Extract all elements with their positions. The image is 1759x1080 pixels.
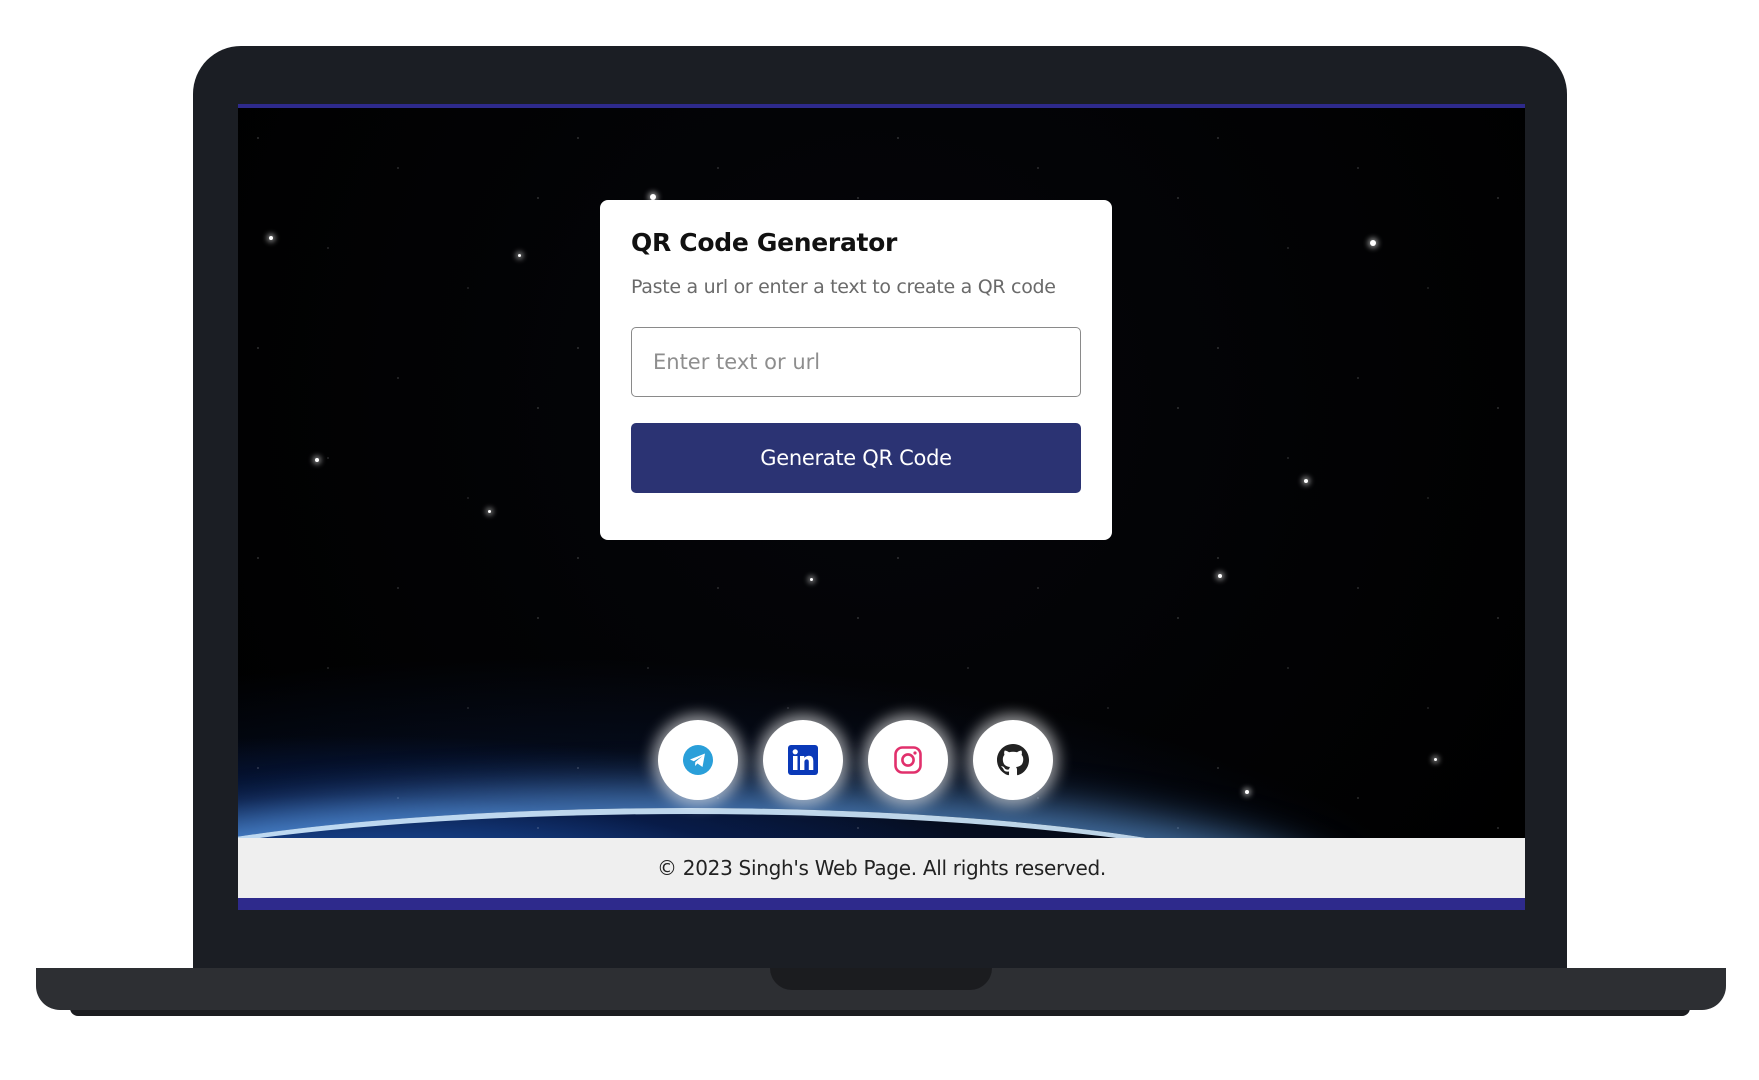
laptop-screen: QR Code Generator Paste a url or enter a… bbox=[238, 104, 1525, 910]
social-links bbox=[658, 720, 1053, 800]
star bbox=[518, 254, 521, 257]
star bbox=[1218, 574, 1222, 578]
github-icon bbox=[997, 744, 1029, 776]
star bbox=[1245, 790, 1249, 794]
star bbox=[269, 236, 273, 240]
text-url-input[interactable] bbox=[631, 327, 1081, 397]
qr-generator-card: QR Code Generator Paste a url or enter a… bbox=[600, 200, 1112, 540]
generate-qr-button[interactable]: Generate QR Code bbox=[631, 423, 1081, 493]
card-title: QR Code Generator bbox=[631, 228, 898, 257]
github-link[interactable] bbox=[973, 720, 1053, 800]
copyright-text: © 2023 Singh's Web Page. All rights rese… bbox=[657, 856, 1106, 880]
laptop-notch bbox=[770, 968, 992, 990]
star bbox=[1304, 479, 1308, 483]
star bbox=[810, 578, 813, 581]
linkedin-link[interactable] bbox=[763, 720, 843, 800]
star bbox=[488, 510, 491, 513]
instagram-link[interactable] bbox=[868, 720, 948, 800]
telegram-icon bbox=[683, 745, 713, 775]
page-footer: © 2023 Singh's Web Page. All rights rese… bbox=[238, 838, 1525, 898]
star bbox=[315, 458, 319, 462]
star bbox=[1370, 240, 1376, 246]
instagram-icon bbox=[894, 746, 922, 774]
telegram-link[interactable] bbox=[658, 720, 738, 800]
star bbox=[1434, 758, 1437, 761]
linkedin-icon bbox=[788, 745, 818, 775]
bottom-accent-bar bbox=[238, 898, 1525, 910]
card-subtitle: Paste a url or enter a text to create a … bbox=[631, 276, 1056, 298]
